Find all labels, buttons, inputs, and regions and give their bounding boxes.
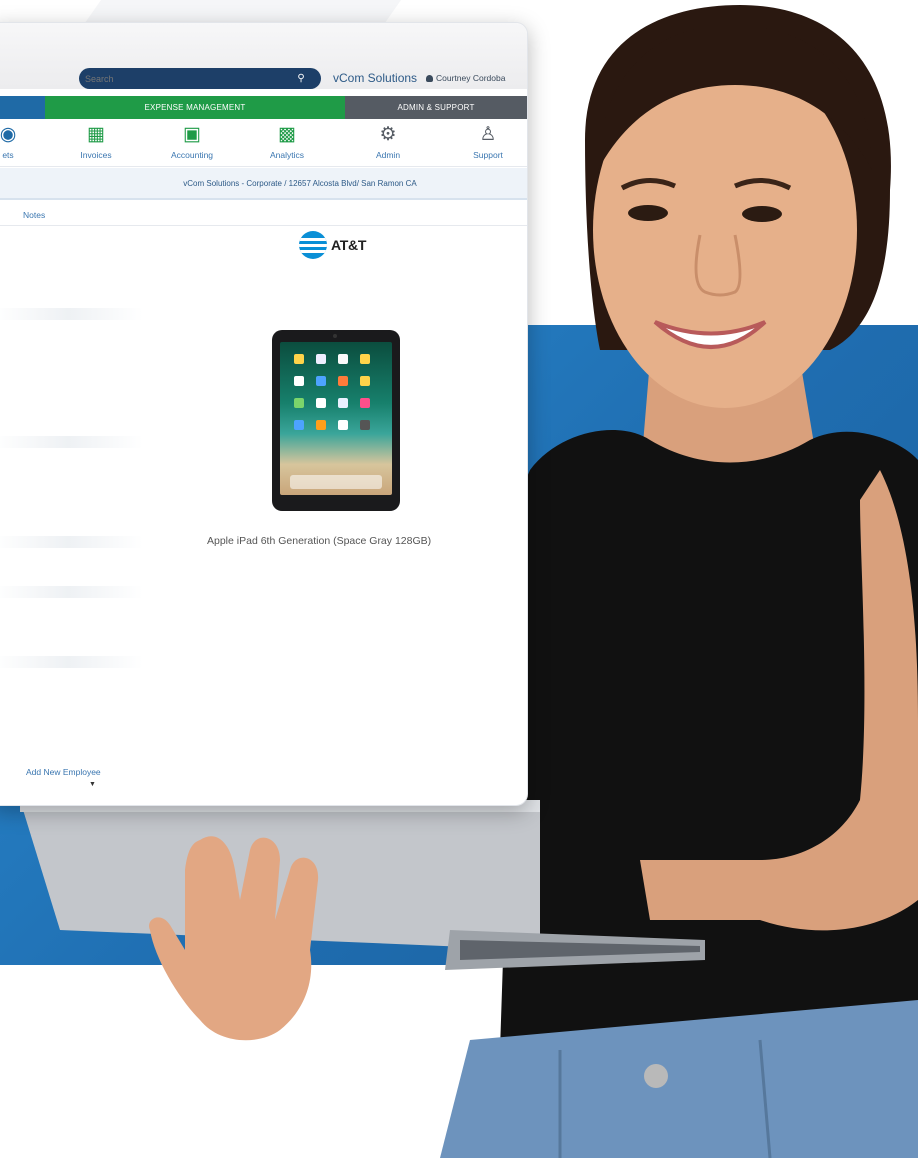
module-assets[interactable]: ◉ ets [0,123,43,160]
location-breadcrumb[interactable]: vCom Solutions - Corporate / 12657 Alcos… [0,168,527,200]
chevron-down-icon[interactable]: ▼ [89,781,96,788]
module-accounting[interactable]: ▣ Accounting [157,123,227,160]
user-icon [426,75,433,82]
nav-admin-support[interactable]: ADMIN & SUPPORT [345,96,527,119]
carrier-logo: AT&T [299,231,366,259]
list-row [0,436,143,448]
nav-section-inventory[interactable] [0,96,45,119]
device-image [272,330,400,511]
module-invoices-label: Invoices [80,150,112,160]
list-row [0,536,143,548]
search-input[interactable] [85,73,295,84]
calculator-icon: ▣ [183,124,201,145]
user-name: Courtney Cordoba [436,73,506,83]
list-row [0,308,143,320]
module-admin[interactable]: ⚙ Admin [353,123,423,160]
search-icon[interactable]: ⚲ [295,73,307,85]
module-admin-label: Admin [375,150,401,160]
invoice-icon: ▦ [87,124,105,145]
gear-icon: ⚙ [379,124,397,145]
module-analytics-label: Analytics [269,150,304,160]
hand-image [149,836,319,1041]
list-row [0,656,143,668]
nav-expense-management[interactable]: EXPENSE MANAGEMENT [45,96,345,119]
user-menu[interactable]: Courtney Cordoba [426,73,505,83]
main-nav: EXPENSE MANAGEMENT ADMIN & SUPPORT [0,96,527,119]
search-bar[interactable]: ⚲ [79,68,321,89]
bar-chart-icon: ▩ [278,124,296,145]
assets-icon: ◉ [0,124,17,145]
app-window: ⚲ vCom Solutions Courtney Cordoba EXPENS… [0,22,528,806]
module-invoices[interactable]: ▦ Invoices [61,123,131,160]
company-name: vCom Solutions [333,71,418,85]
marketing-hero: ⚲ vCom Solutions Courtney Cordoba EXPENS… [0,0,918,1158]
product-name: Apple iPad 6th Generation (Space Gray 12… [207,535,432,547]
module-accounting-label: Accounting [170,150,214,160]
add-new-employee-link[interactable]: Add New Employee [26,767,101,777]
att-globe-icon [299,231,327,259]
module-analytics[interactable]: ▩ Analytics [252,123,322,160]
carrier-name: AT&T [331,237,367,253]
list-row [0,586,143,598]
detail-tabs: n Notes [0,202,527,226]
module-toolbar: ◉ ets ▦ Invoices ▣ Accounting ▩ Analytic… [0,119,527,167]
person-icon: ♙ [479,124,497,145]
module-support-label: Support [473,150,503,160]
module-support[interactable]: ♙ Support [453,123,523,160]
tab-notes[interactable]: Notes [23,210,45,220]
module-assets-label: ets [2,150,14,160]
